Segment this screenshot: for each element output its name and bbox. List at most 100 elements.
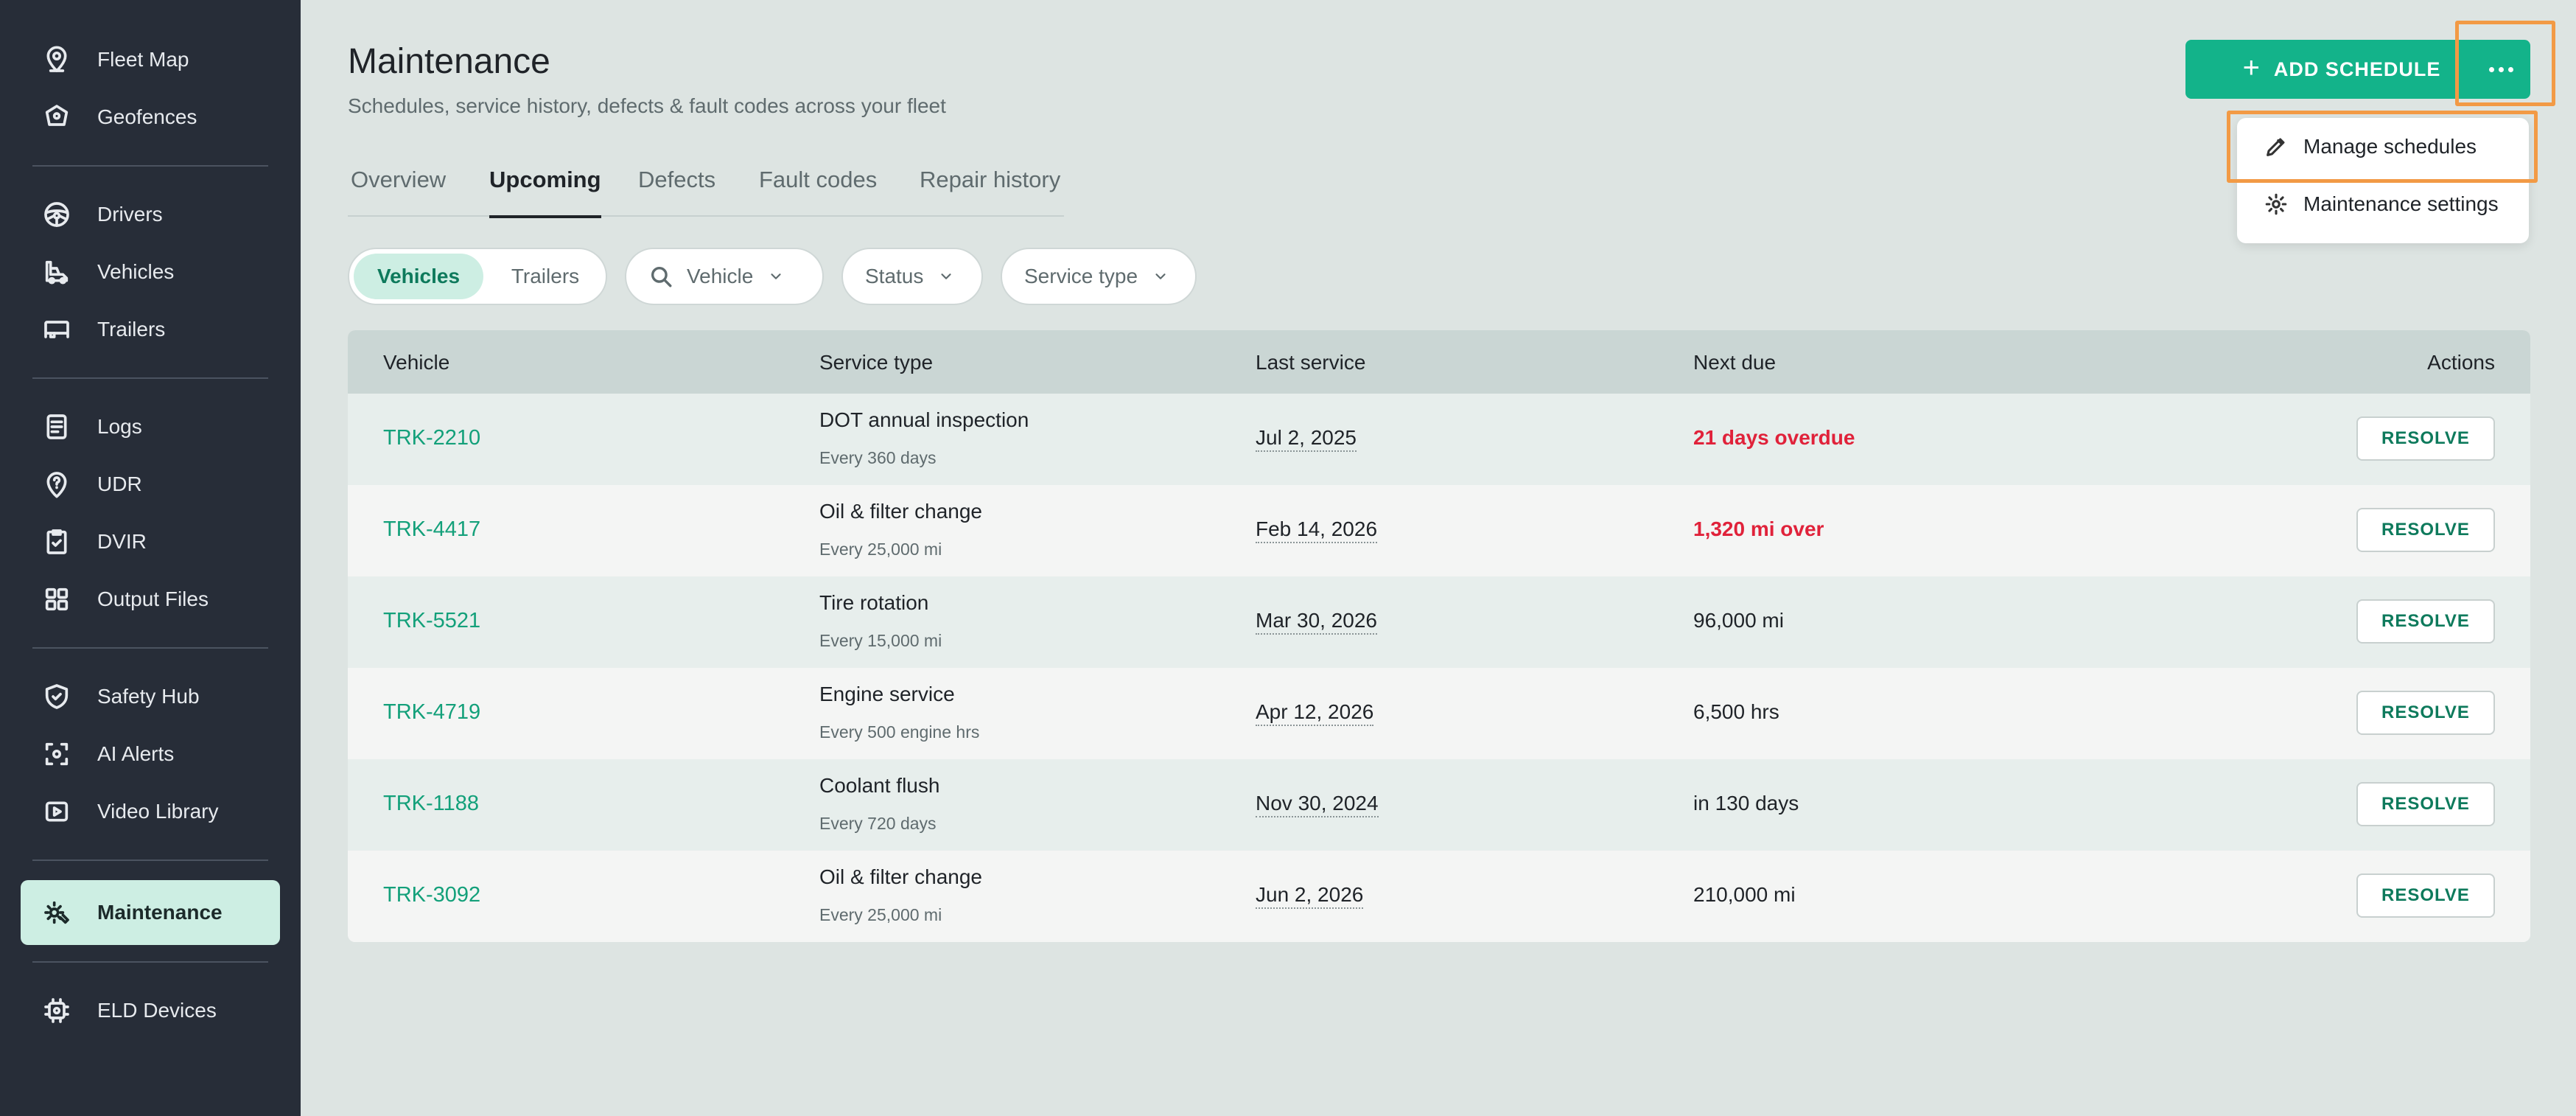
sidebar-item-label: Maintenance: [97, 901, 223, 924]
next-due-value: in 130 days: [1693, 792, 1799, 815]
table-row: TRK-2210 DOT annual inspection Every 360…: [348, 394, 2530, 485]
toggle-trailers[interactable]: Trailers: [488, 254, 603, 299]
service-name: Coolant flush: [819, 774, 940, 797]
vehicle-link[interactable]: TRK-3092: [383, 883, 480, 907]
resolve-button[interactable]: RESOLVE: [2356, 508, 2495, 552]
service-name: Oil & filter change: [819, 500, 982, 523]
vehicle-link[interactable]: TRK-4719: [383, 700, 480, 725]
service-name: DOT annual inspection: [819, 408, 1029, 431]
vehicle-link[interactable]: TRK-1188: [383, 792, 479, 816]
camera-scan-icon: [41, 739, 72, 770]
service-type-filter[interactable]: Service type: [1001, 248, 1197, 305]
menu-item-maintenance-settings[interactable]: Maintenance settings: [2264, 192, 2499, 217]
tab-overview[interactable]: Overview: [351, 167, 446, 217]
tab-upcoming[interactable]: Upcoming: [489, 167, 601, 218]
vehicle-link[interactable]: TRK-2210: [383, 426, 480, 450]
last-service-date[interactable]: Jun 2, 2026: [1256, 883, 1364, 909]
sidebar-item-vehicles[interactable]: Vehicles: [21, 243, 280, 301]
service-name: Tire rotation: [819, 591, 929, 614]
last-service-date[interactable]: Feb 14, 2026: [1256, 517, 1378, 543]
sidebar-item-geofences[interactable]: Geofences: [21, 88, 280, 146]
gear-icon: [2265, 193, 2287, 215]
sidebar-item-label: Safety Hub: [97, 685, 200, 708]
next-due-value: 6,500 hrs: [1693, 700, 1779, 723]
sidebar-item-label: DVIR: [97, 530, 147, 553]
service-type-filter-label: Service type: [1024, 265, 1138, 287]
column-header-next-due[interactable]: Next due: [1693, 351, 1776, 374]
tab-fault-codes[interactable]: Fault codes: [759, 167, 877, 217]
last-service-date[interactable]: Jul 2, 2025: [1256, 426, 1357, 452]
column-header-last-service[interactable]: Last service: [1256, 351, 1365, 374]
truck-icon: [41, 257, 72, 287]
tab-defects[interactable]: Defects: [638, 167, 715, 217]
service-interval: Every 25,000 mi: [819, 540, 942, 559]
service-interval: Every 720 days: [819, 814, 937, 833]
last-service-date[interactable]: Mar 30, 2026: [1256, 609, 1377, 635]
sidebar-item-logs[interactable]: Logs: [21, 398, 280, 456]
add-schedule-button[interactable]: + ADD SCHEDULE: [2185, 40, 2498, 99]
resolve-button[interactable]: RESOLVE: [2356, 873, 2495, 918]
column-header-vehicle[interactable]: Vehicle: [383, 351, 449, 374]
maintenance-icon: [41, 897, 72, 928]
next-due-value: 210,000 mi: [1693, 883, 1796, 906]
column-header-service-type[interactable]: Service type: [819, 351, 933, 374]
sidebar-item-fleet-map[interactable]: Fleet Map: [21, 31, 280, 88]
resolve-button[interactable]: RESOLVE: [2356, 599, 2495, 644]
sidebar-item-video-library[interactable]: Video Library: [21, 783, 280, 840]
sidebar-item-trailers[interactable]: Trailers: [21, 301, 280, 358]
sidebar-divider: [32, 961, 268, 963]
sidebar-item-label: Video Library: [97, 800, 219, 823]
sidebar-item-label: Fleet Map: [97, 48, 189, 71]
tab-repair-history[interactable]: Repair history: [920, 167, 1060, 217]
chevron-down-icon: [1155, 273, 1166, 279]
steering-wheel-icon: [41, 199, 72, 230]
sidebar-item-safety-hub[interactable]: Safety Hub: [21, 668, 280, 725]
column-header-actions: Actions: [2427, 351, 2495, 374]
table-row: TRK-4719 Engine service Every 500 engine…: [348, 668, 2530, 759]
map-pin-icon: [41, 44, 72, 75]
resolve-button[interactable]: RESOLVE: [2356, 691, 2495, 735]
service-interval: Every 25,000 mi: [819, 905, 942, 924]
sidebar-item-label: Logs: [97, 415, 142, 438]
resolve-button[interactable]: RESOLVE: [2356, 782, 2495, 826]
vehicle-link[interactable]: TRK-5521: [383, 609, 480, 633]
vehicle-link[interactable]: TRK-4417: [383, 517, 480, 542]
sidebar-item-eld-devices[interactable]: ELD Devices: [21, 982, 280, 1039]
table-row: TRK-4417 Oil & filter change Every 25,00…: [348, 485, 2530, 576]
resolve-button[interactable]: RESOLVE: [2356, 416, 2495, 461]
tab-bar: Overview Upcoming Defects Fault codes Re…: [348, 167, 1064, 218]
menu-item-label: Maintenance settings: [2303, 192, 2499, 215]
last-service-date[interactable]: Nov 30, 2024: [1256, 792, 1379, 817]
sidebar-item-output-files[interactable]: Output Files: [21, 571, 280, 628]
question-pin-icon: [41, 469, 72, 500]
next-due-value: 96,000 mi: [1693, 609, 1784, 632]
sidebar-item-udr[interactable]: UDR: [21, 456, 280, 513]
search-icon: [651, 266, 672, 287]
last-service-date[interactable]: Apr 12, 2026: [1256, 700, 1374, 726]
sidebar-item-label: AI Alerts: [97, 742, 175, 765]
vehicle-filter[interactable]: Vehicle: [625, 248, 824, 305]
sidebar-divider: [32, 859, 268, 861]
plus-icon: +: [2242, 51, 2261, 84]
sidebar-item-maintenance[interactable]: Maintenance: [21, 880, 280, 945]
service-interval: Every 500 engine hrs: [819, 722, 980, 742]
sidebar-item-label: ELD Devices: [97, 999, 217, 1022]
page-subtitle: Schedules, service history, defects & fa…: [348, 94, 946, 117]
sidebar-item-ai-alerts[interactable]: AI Alerts: [21, 725, 280, 783]
sidebar-item-label: UDR: [97, 472, 142, 495]
next-due-value: 21 days overdue: [1693, 426, 1855, 449]
table-row: TRK-5521 Tire rotation Every 15,000 mi M…: [348, 576, 2530, 668]
status-filter-label: Status: [865, 265, 924, 287]
service-interval: Every 15,000 mi: [819, 631, 942, 650]
trailer-icon: [41, 314, 72, 345]
grid-icon: [41, 584, 72, 615]
sidebar-item-drivers[interactable]: Drivers: [21, 186, 280, 243]
table-row: TRK-1188 Coolant flush Every 720 days No…: [348, 759, 2530, 851]
highlight-manage-schedules: [2227, 111, 2538, 183]
sidebar-item-dvir[interactable]: DVIR: [21, 513, 280, 571]
toggle-vehicles[interactable]: Vehicles: [354, 254, 483, 299]
service-name: Oil & filter change: [819, 865, 982, 888]
sidebar-item-label: Drivers: [97, 203, 163, 226]
table-row: TRK-3092 Oil & filter change Every 25,00…: [348, 851, 2530, 942]
status-filter[interactable]: Status: [841, 248, 983, 305]
